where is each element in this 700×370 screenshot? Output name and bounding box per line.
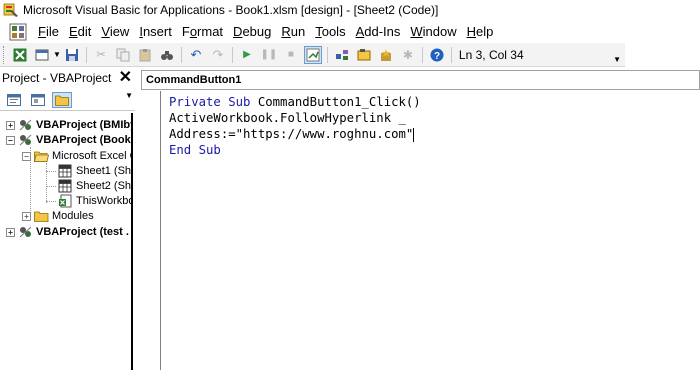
text-cursor bbox=[413, 127, 415, 142]
menu-window[interactable]: Window bbox=[405, 24, 461, 39]
tree-connector bbox=[46, 186, 56, 187]
tree-node-sheet1[interactable]: Sheet1 (Shee bbox=[58, 163, 131, 179]
collapse-icon[interactable]: − bbox=[6, 135, 15, 145]
undo-icon[interactable]: ↶ bbox=[187, 46, 205, 64]
paste-icon[interactable] bbox=[136, 46, 154, 64]
copy-icon[interactable] bbox=[114, 46, 132, 64]
cut-icon[interactable]: ✂ bbox=[92, 46, 110, 64]
toolbar-separator bbox=[85, 46, 87, 63]
worksheet-icon bbox=[58, 164, 73, 178]
project-explorer-header: Project - VBAProject ✕ bbox=[0, 68, 135, 88]
title-bar: Microsoft Visual Basic for Applications … bbox=[0, 0, 700, 20]
tree-node-bmiby[interactable]: + VBAProject (BMIby bbox=[6, 117, 131, 133]
toolbar-separator bbox=[421, 46, 423, 63]
open-folder-icon bbox=[33, 149, 50, 163]
menu-run[interactable]: Run bbox=[276, 24, 310, 39]
code-line-2[interactable]: ActiveWorkbook.FollowHyperlink _ bbox=[169, 110, 406, 126]
vba-project-icon bbox=[18, 133, 33, 147]
tree-connector bbox=[46, 171, 56, 172]
project-explorer-title: Project - VBAProject bbox=[2, 71, 112, 85]
tree-node-book1[interactable]: − VBAProject (Book1 bbox=[6, 132, 131, 148]
menu-view[interactable]: View bbox=[96, 24, 134, 39]
menu-insert[interactable]: Insert bbox=[134, 24, 177, 39]
vba-app-icon[interactable] bbox=[3, 2, 19, 18]
insert-module-icon[interactable] bbox=[33, 46, 51, 64]
project-explorer-toolbar: ▼ bbox=[0, 89, 135, 111]
insert-dropdown-icon[interactable]: ▼ bbox=[53, 50, 61, 59]
code-line-4[interactable]: End Sub bbox=[169, 142, 221, 158]
menu-edit[interactable]: Edit bbox=[64, 24, 96, 39]
toolbox-icon[interactable]: ✱ bbox=[399, 46, 417, 64]
vba-project-icon bbox=[18, 225, 33, 239]
view-object-icon[interactable] bbox=[28, 92, 48, 108]
menu-debug[interactable]: Debug bbox=[228, 24, 276, 39]
toolbar-separator bbox=[326, 46, 328, 63]
toolbar-options-icon[interactable]: ▼ bbox=[613, 55, 621, 66]
tree-connector bbox=[46, 163, 47, 203]
code-line-1[interactable]: Private Sub CommandButton1_Click() bbox=[169, 94, 421, 110]
tree-node-thisworkbook[interactable]: ThisWorkboo bbox=[58, 193, 131, 209]
design-mode-icon[interactable] bbox=[303, 45, 322, 64]
expand-icon[interactable]: + bbox=[22, 211, 31, 221]
reset-icon[interactable]: ■ bbox=[282, 46, 300, 64]
standard-toolbar: ▼ ✂ ↶ ↷ ▶ ❚❚ ■ ✱ ? Ln 3, Col 34 ▼ bbox=[0, 43, 625, 67]
tree-node-modules[interactable]: + Modules bbox=[22, 208, 94, 224]
find-icon[interactable] bbox=[158, 46, 176, 64]
window-title: Microsoft Visual Basic for Applications … bbox=[23, 3, 439, 17]
code-editor[interactable]: Private Sub CommandButton1_Click() Activ… bbox=[162, 91, 700, 370]
excel-view-icon[interactable] bbox=[9, 23, 27, 41]
view-code-icon[interactable] bbox=[4, 92, 24, 108]
save-icon[interactable] bbox=[63, 46, 81, 64]
cursor-position-status: Ln 3, Col 34 bbox=[458, 47, 524, 62]
code-margin-indicator-bar[interactable] bbox=[141, 91, 161, 370]
run-icon[interactable]: ▶ bbox=[238, 46, 256, 64]
break-icon[interactable]: ❚❚ bbox=[260, 46, 278, 64]
tree-connector bbox=[46, 201, 56, 202]
tree-node-excel-objects[interactable]: − Microsoft Excel O bbox=[22, 148, 131, 164]
help-icon[interactable]: ? bbox=[428, 46, 446, 64]
menu-file[interactable]: File bbox=[33, 24, 64, 39]
folder-icon bbox=[34, 209, 49, 223]
project-explorer-icon[interactable] bbox=[333, 46, 351, 64]
scroll-arrow-icon[interactable]: ▼ bbox=[125, 91, 133, 100]
vba-project-icon bbox=[18, 118, 33, 132]
close-icon[interactable]: ✕ bbox=[119, 70, 132, 86]
expand-icon[interactable]: + bbox=[6, 120, 15, 130]
properties-window-icon[interactable] bbox=[355, 46, 373, 64]
tree-node-sheet2[interactable]: Sheet2 (Shee bbox=[58, 178, 131, 194]
toolbar-grip[interactable] bbox=[3, 45, 7, 64]
object-browser-icon[interactable] bbox=[377, 46, 395, 64]
svg-text:?: ? bbox=[434, 51, 440, 62]
toolbar-separator bbox=[450, 46, 452, 63]
worksheet-icon bbox=[58, 179, 73, 193]
object-dropdown-value: CommandButton1 bbox=[146, 74, 242, 86]
project-tree: + VBAProject (BMIby − VBAProject (Book1 … bbox=[0, 113, 133, 370]
expand-icon[interactable]: + bbox=[6, 227, 15, 237]
toolbar-separator bbox=[180, 46, 182, 63]
view-excel-icon[interactable] bbox=[11, 46, 29, 64]
menu-add-ins[interactable]: Add-Ins bbox=[351, 24, 406, 39]
redo-icon[interactable]: ↷ bbox=[209, 46, 227, 64]
workbook-icon bbox=[58, 194, 73, 208]
menu-tools[interactable]: Tools bbox=[310, 24, 350, 39]
menu-help[interactable]: Help bbox=[462, 24, 499, 39]
object-dropdown[interactable]: CommandButton1 bbox=[141, 70, 700, 90]
code-line-3[interactable]: Address:="https://www.roghnu.com" bbox=[169, 126, 415, 142]
menu-bar: File Edit View Insert Format Debug Run T… bbox=[0, 20, 700, 43]
collapse-icon[interactable]: − bbox=[22, 151, 31, 161]
tree-node-test[interactable]: + VBAProject (test . bbox=[6, 224, 129, 240]
menu-format[interactable]: Format bbox=[177, 24, 228, 39]
toolbar-separator bbox=[231, 46, 233, 63]
toggle-folders-icon[interactable] bbox=[52, 91, 72, 108]
